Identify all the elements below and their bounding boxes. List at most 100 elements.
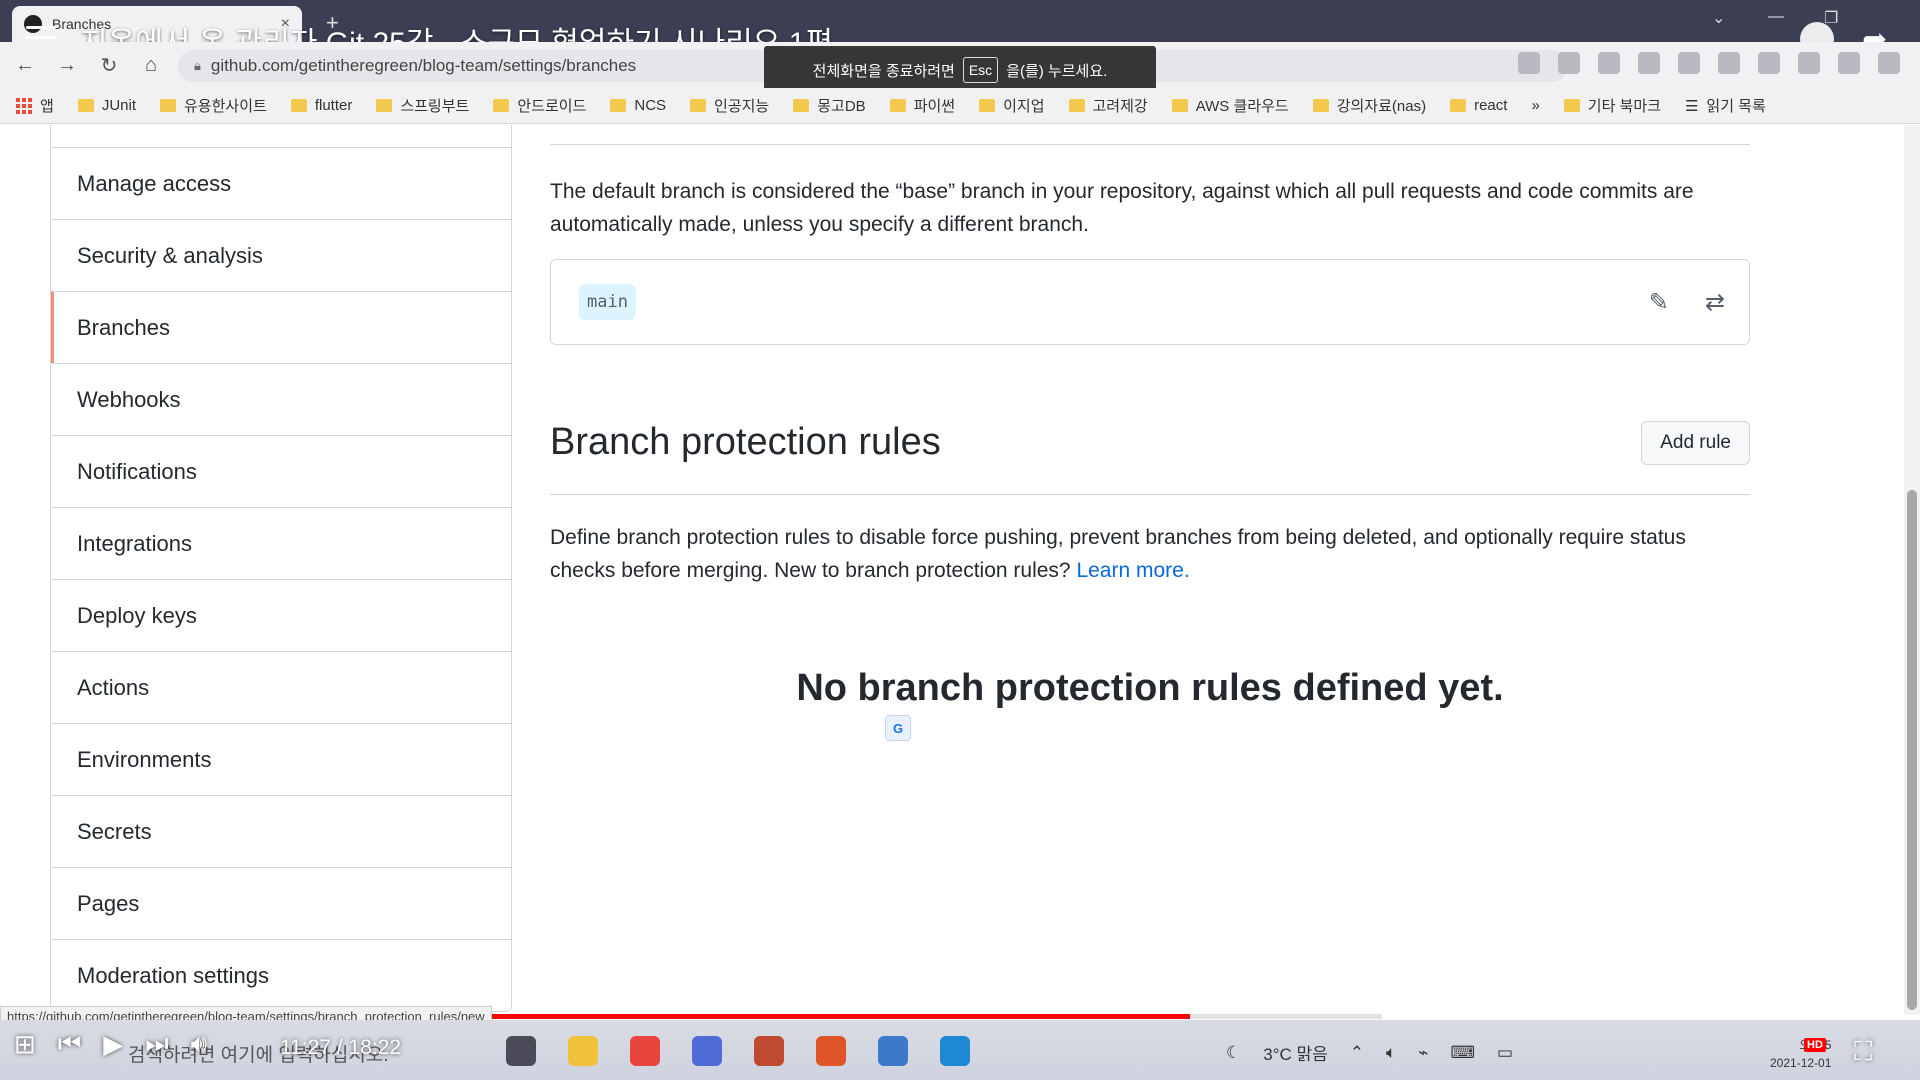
sidebar-item-label: Notifications	[77, 458, 197, 484]
keyboard-icon[interactable]: ⌨	[1451, 1043, 1476, 1063]
play-icon[interactable]: ▶	[103, 1029, 123, 1060]
extension-i-icon[interactable]	[1678, 52, 1700, 74]
scrollbar-thumb[interactable]	[1907, 490, 1917, 1010]
lock-icon: 🔒︎	[194, 58, 201, 73]
bookmark-label: AWS 클라우드	[1195, 98, 1289, 115]
other-bookmarks-folder[interactable]: 기타 북마크	[1563, 95, 1661, 116]
sidebar-item-webhooks[interactable]: Webhooks	[51, 363, 511, 435]
default-branch-box: main ✎ ⇄	[550, 259, 1750, 345]
bookmark-star-icon[interactable]	[1558, 52, 1580, 74]
next-icon[interactable]: ⏭	[145, 1028, 168, 1060]
profile-avatar[interactable]	[1838, 52, 1860, 74]
extension-code-icon[interactable]	[1718, 52, 1740, 74]
sidebar-item-secrets[interactable]: Secrets	[51, 795, 511, 867]
exit-fullscreen-icon[interactable]: ⛶	[1854, 1036, 1872, 1068]
bookmark-label: 앱	[40, 98, 54, 115]
bookmark-folder[interactable]: flutter	[290, 97, 352, 114]
app-powerpoint-icon[interactable]	[754, 1036, 784, 1066]
forward-icon[interactable]: →	[50, 54, 84, 77]
folder-icon	[1068, 99, 1085, 112]
sidebar-item-manage-access[interactable]: Manage access	[51, 147, 511, 219]
page-scrollbar[interactable]	[1904, 125, 1920, 1015]
back-icon[interactable]: ←	[8, 54, 42, 77]
translate-icon[interactable]: G	[885, 715, 911, 741]
learn-more-link[interactable]: Learn more.	[1076, 559, 1189, 582]
vscode-icon[interactable]	[940, 1036, 970, 1066]
minimize-icon[interactable]: —	[1768, 8, 1784, 26]
sidebar-item-label: Deploy keys	[77, 602, 197, 628]
bookmark-label: 인공지능	[714, 98, 770, 115]
previous-icon[interactable]: ⏮	[58, 1028, 81, 1060]
reading-list-button[interactable]: ☰ 읽기 목록	[1685, 95, 1766, 116]
extension-c-icon[interactable]	[1598, 52, 1620, 74]
settings-sidebar: Manage access Security & analysis Branch…	[50, 125, 512, 1012]
switch-arrows-icon[interactable]: ⇄	[1705, 288, 1725, 317]
fullscreen-hint-text-2: 을(를) 누르세요.	[1006, 62, 1108, 80]
bookmark-folder[interactable]: AWS 클라우드	[1171, 95, 1289, 116]
folder-icon	[610, 99, 627, 112]
add-rule-button[interactable]: Add rule	[1641, 420, 1750, 465]
volume-icon[interactable]: 🔊︎	[191, 1028, 207, 1060]
extensions-puzzle-icon[interactable]	[1798, 52, 1820, 74]
file-explorer-icon[interactable]	[568, 1036, 598, 1066]
bookmark-folder[interactable]: react	[1450, 97, 1507, 114]
app-settings-icon[interactable]	[692, 1036, 722, 1066]
tab-search-icon[interactable]: ⌄	[1712, 8, 1725, 28]
bookmark-label: NCS	[634, 97, 667, 114]
bookmark-folder[interactable]: JUnit	[77, 97, 136, 114]
sidebar-item-label: Pages	[77, 890, 140, 916]
bookmark-apps[interactable]: 앱	[16, 95, 54, 116]
bookmark-folder[interactable]: 강의자료(nas)	[1312, 95, 1427, 116]
pencil-edit-icon[interactable]: ✎	[1649, 288, 1669, 317]
folder-icon	[77, 99, 94, 112]
bookmark-label: 기타 북마크	[1587, 98, 1661, 115]
app-ppt-icon[interactable]	[816, 1036, 846, 1066]
reload-icon[interactable]: ↻	[92, 53, 126, 78]
tray-overflow-icon[interactable]: ⌃	[1350, 1043, 1364, 1063]
bookmark-label: 안드로이드	[517, 98, 587, 115]
subtitles-icon[interactable]: ▭	[1497, 1043, 1513, 1063]
bookmark-folder[interactable]: 유용한사이트	[160, 95, 267, 116]
bookmark-folder[interactable]: 고려제강	[1068, 95, 1148, 116]
bookmark-folder[interactable]: 파이썬	[889, 95, 955, 116]
sidebar-item-label: Webhooks	[77, 386, 181, 412]
bookmark-folder[interactable]: 인공지능	[690, 95, 769, 116]
bookmark-folder[interactable]: 스프링부트	[376, 95, 469, 116]
network-icon[interactable]: ⌁	[1418, 1043, 1428, 1063]
sidebar-item-environments[interactable]: Environments	[51, 723, 511, 795]
default-branch-description: The default branch is considered the “ba…	[550, 180, 1694, 236]
settings-main: The default branch is considered the “ba…	[550, 125, 1750, 710]
folder-icon	[1450, 99, 1467, 112]
bookmark-folder[interactable]: NCS	[610, 97, 666, 114]
bookmark-folder[interactable]: 이지업	[979, 95, 1045, 116]
extension-pen-icon[interactable]	[1638, 52, 1660, 74]
task-view-icon[interactable]	[506, 1036, 536, 1066]
home-icon[interactable]: ⌂	[134, 54, 168, 77]
sidebar-item-security-analysis[interactable]: Security & analysis	[51, 219, 511, 291]
folder-icon	[1312, 99, 1329, 112]
section-divider	[550, 125, 1750, 145]
sidebar-item-deploy-keys[interactable]: Deploy keys	[51, 579, 511, 651]
protection-rules-title: Branch protection rules	[550, 421, 941, 463]
folder-icon	[690, 99, 707, 112]
sidebar-item-actions[interactable]: Actions	[51, 651, 511, 723]
sidebar-item-moderation-settings[interactable]: Moderation settings	[51, 939, 511, 1011]
zoom-icon[interactable]	[1518, 52, 1540, 74]
default-branch-name: main	[579, 284, 636, 320]
chrome-icon[interactable]	[630, 1036, 660, 1066]
extension-globe-icon[interactable]	[1758, 52, 1780, 74]
bookmark-folder[interactable]: 몽고DB	[793, 95, 866, 116]
sidebar-item-label: Branches	[77, 314, 170, 340]
sidebar-item-hidden	[51, 125, 511, 147]
sidebar-item-pages[interactable]: Pages	[51, 867, 511, 939]
bookmarks-overflow-button[interactable]: »	[1531, 97, 1539, 114]
sidebar-item-notifications[interactable]: Notifications	[51, 435, 511, 507]
sidebar-item-integrations[interactable]: Integrations	[51, 507, 511, 579]
speaker-icon[interactable]: 🔈︎	[1386, 1043, 1396, 1063]
windows-start-icon[interactable]: ⊞	[14, 1029, 36, 1060]
bookmark-folder[interactable]: 안드로이드	[493, 95, 586, 116]
bookmark-label: 강의자료(nas)	[1336, 98, 1427, 115]
browser-menu-icon[interactable]	[1878, 52, 1900, 74]
sidebar-item-branches[interactable]: Branches	[51, 291, 511, 363]
app-studio-icon[interactable]	[878, 1036, 908, 1066]
